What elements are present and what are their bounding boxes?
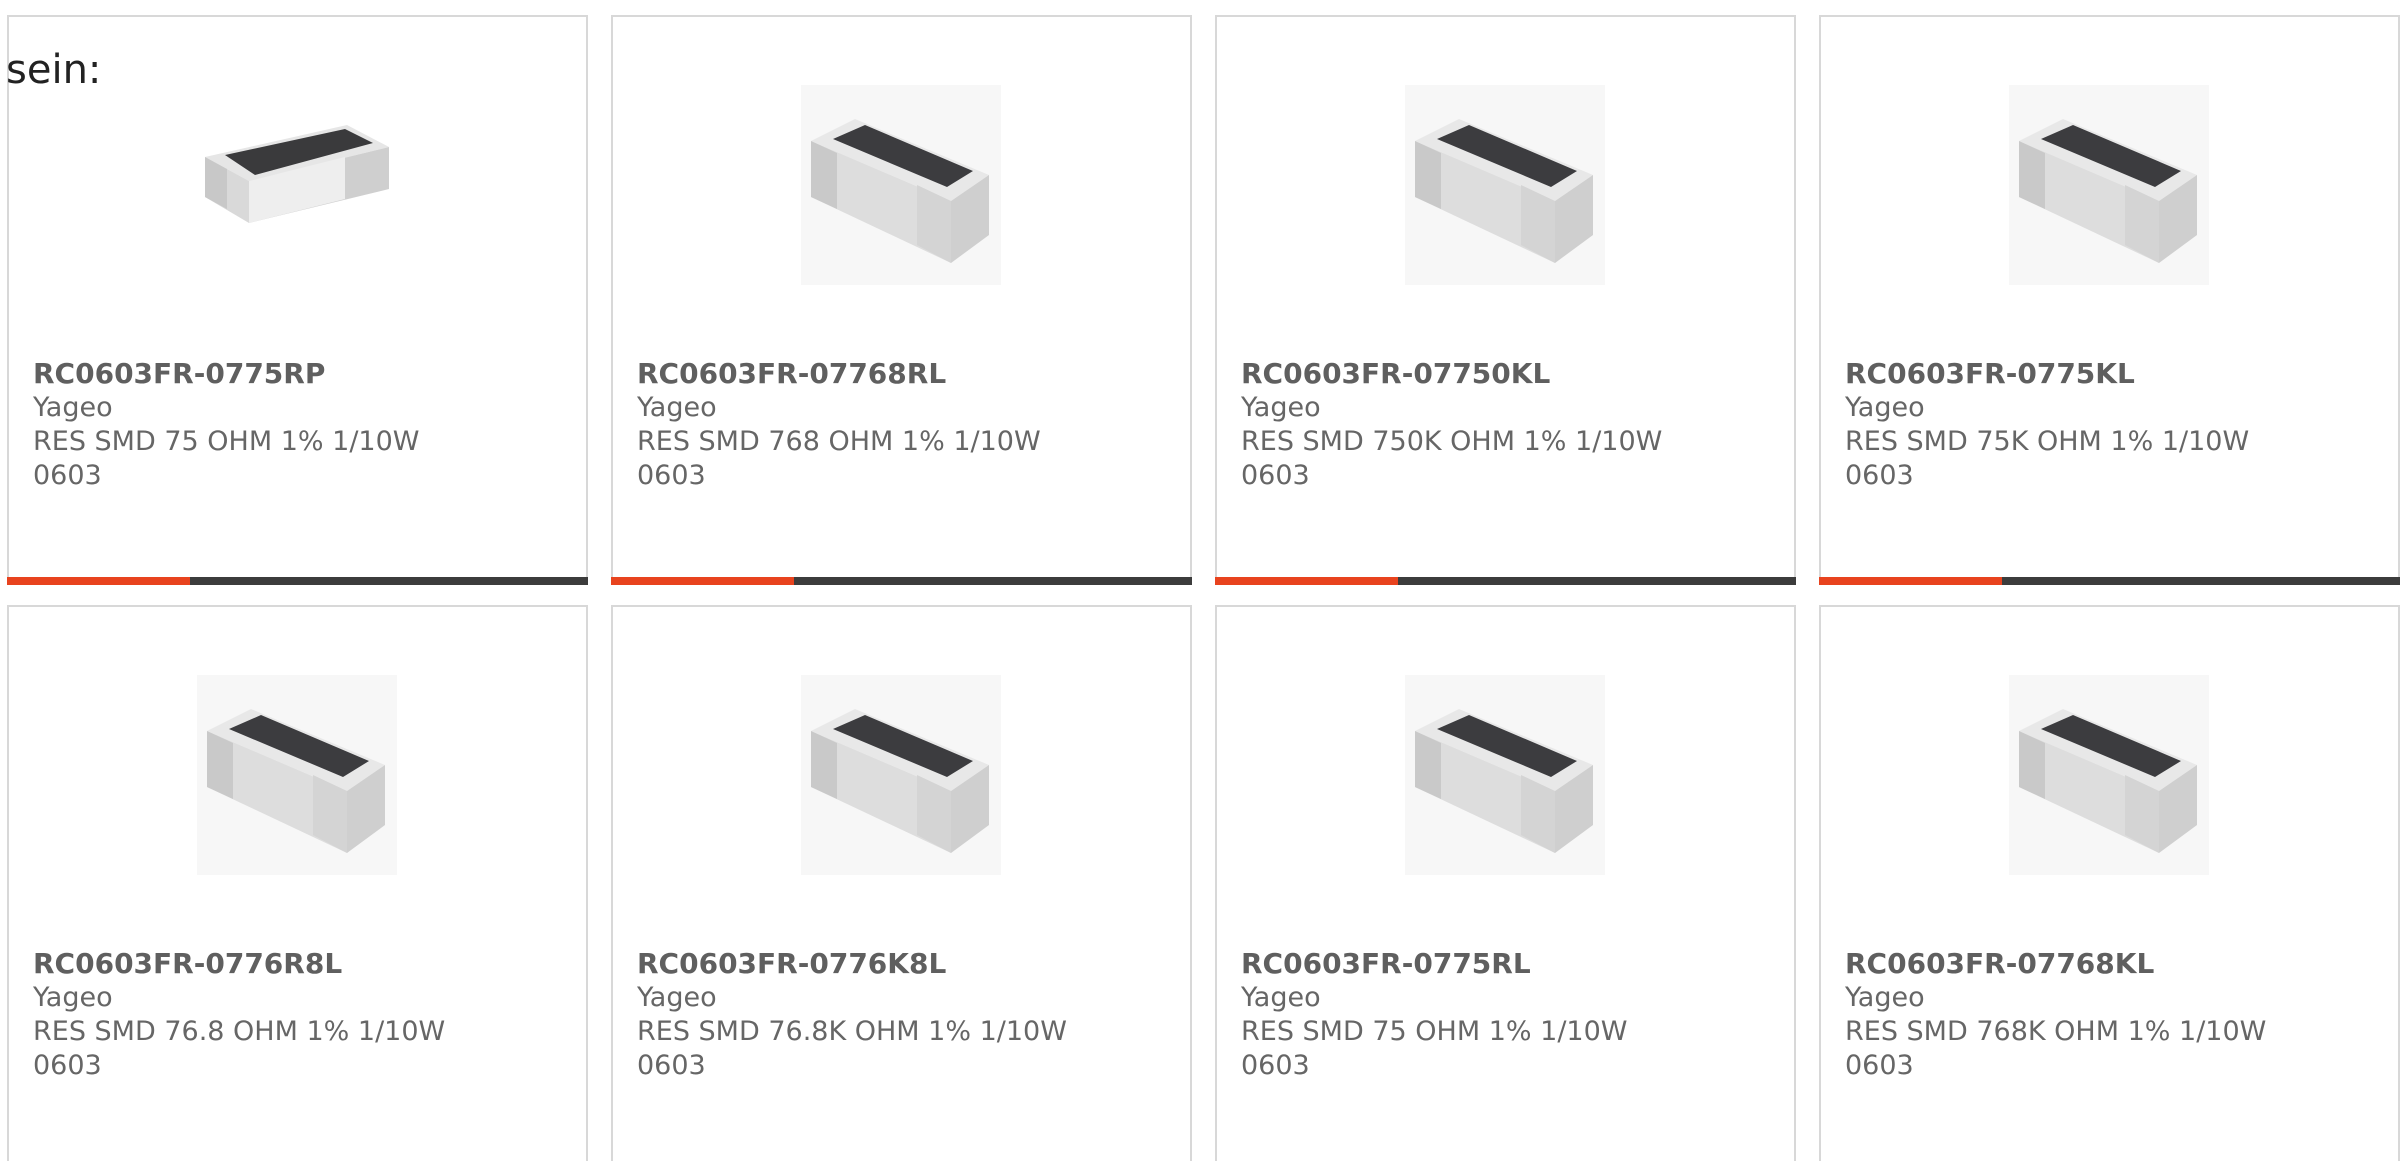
product-image-resistor[interactable] — [197, 675, 397, 875]
product-info: RC0603FR-07768RL Yageo RES SMD 768 OHM 1… — [637, 357, 1177, 493]
product-card[interactable]: RC0603FR-0775KL Yageo RES SMD 75K OHM 1%… — [1819, 15, 2400, 585]
intro-text: sein: — [6, 47, 102, 93]
package: 0603 — [1845, 460, 1914, 491]
product-page: sein: RC0603FR-0775RP Yageo RES SMD 75 O… — [0, 0, 2400, 1161]
part-number-link[interactable]: RC0603FR-07750KL — [1241, 357, 1781, 391]
part-number-link[interactable]: RC0603FR-0775RL — [1241, 947, 1781, 981]
card-bottom-bar — [7, 577, 588, 585]
description: RES SMD 75 OHM 1% 1/10W — [1241, 1016, 1628, 1047]
product-card[interactable]: RC0603FR-0776K8L Yageo RES SMD 76.8K OHM… — [611, 605, 1192, 1161]
product-card[interactable]: RC0603FR-0775RL Yageo RES SMD 75 OHM 1% … — [1215, 605, 1796, 1161]
description: RES SMD 76.8K OHM 1% 1/10W — [637, 1016, 1067, 1047]
product-image-resistor[interactable] — [801, 85, 1001, 285]
package: 0603 — [637, 460, 706, 491]
product-info: RC0603FR-0775RP Yageo RES SMD 75 OHM 1% … — [33, 357, 573, 493]
part-number-link[interactable]: RC0603FR-07768RL — [637, 357, 1177, 391]
package: 0603 — [33, 460, 102, 491]
part-number-link[interactable]: RC0603FR-0776K8L — [637, 947, 1177, 981]
card-accent-bar — [1215, 577, 1398, 585]
description: RES SMD 768K OHM 1% 1/10W — [1845, 1016, 2267, 1047]
manufacturer: Yageo — [1845, 982, 1925, 1013]
product-card[interactable]: RC0603FR-07768KL Yageo RES SMD 768K OHM … — [1819, 605, 2400, 1161]
description: RES SMD 750K OHM 1% 1/10W — [1241, 426, 1663, 457]
manufacturer: Yageo — [33, 982, 113, 1013]
description: RES SMD 76.8 OHM 1% 1/10W — [33, 1016, 446, 1047]
package: 0603 — [1241, 1050, 1310, 1081]
manufacturer: Yageo — [1241, 392, 1321, 423]
manufacturer: Yageo — [1241, 982, 1321, 1013]
product-card[interactable]: RC0603FR-07768RL Yageo RES SMD 768 OHM 1… — [611, 15, 1192, 585]
product-image-resistor[interactable] — [2009, 675, 2209, 875]
card-accent-bar — [1819, 577, 2002, 585]
product-card[interactable]: RC0603FR-0776R8L Yageo RES SMD 76.8 OHM … — [7, 605, 588, 1161]
part-number-link[interactable]: RC0603FR-07768KL — [1845, 947, 2385, 981]
product-info: RC0603FR-0776K8L Yageo RES SMD 76.8K OHM… — [637, 947, 1177, 1083]
package: 0603 — [1241, 460, 1310, 491]
card-accent-bar — [611, 577, 794, 585]
description: RES SMD 768 OHM 1% 1/10W — [637, 426, 1041, 457]
manufacturer: Yageo — [637, 392, 717, 423]
product-image-resistor-flat[interactable] — [197, 85, 397, 285]
part-number-link[interactable]: RC0603FR-0775RP — [33, 357, 573, 391]
part-number-link[interactable]: RC0603FR-0775KL — [1845, 357, 2385, 391]
product-image-resistor[interactable] — [2009, 85, 2209, 285]
package: 0603 — [637, 1050, 706, 1081]
product-image-resistor[interactable] — [801, 675, 1001, 875]
part-number-link[interactable]: RC0603FR-0776R8L — [33, 947, 573, 981]
product-card[interactable]: RC0603FR-0775RP Yageo RES SMD 75 OHM 1% … — [7, 15, 588, 585]
product-info: RC0603FR-0776R8L Yageo RES SMD 76.8 OHM … — [33, 947, 573, 1083]
product-image-resistor[interactable] — [1405, 85, 1605, 285]
card-accent-bar — [7, 577, 190, 585]
card-bottom-bar — [1215, 577, 1796, 585]
manufacturer: Yageo — [637, 982, 717, 1013]
manufacturer: Yageo — [33, 392, 113, 423]
product-image-resistor[interactable] — [1405, 675, 1605, 875]
card-bottom-bar — [611, 577, 1192, 585]
package: 0603 — [33, 1050, 102, 1081]
description: RES SMD 75K OHM 1% 1/10W — [1845, 426, 2250, 457]
product-card[interactable]: RC0603FR-07750KL Yageo RES SMD 750K OHM … — [1215, 15, 1796, 585]
product-info: RC0603FR-07750KL Yageo RES SMD 750K OHM … — [1241, 357, 1781, 493]
product-info: RC0603FR-0775RL Yageo RES SMD 75 OHM 1% … — [1241, 947, 1781, 1083]
product-info: RC0603FR-0775KL Yageo RES SMD 75K OHM 1%… — [1845, 357, 2385, 493]
manufacturer: Yageo — [1845, 392, 1925, 423]
package: 0603 — [1845, 1050, 1914, 1081]
product-grid: RC0603FR-0775RP Yageo RES SMD 75 OHM 1% … — [0, 0, 2400, 1161]
product-info: RC0603FR-07768KL Yageo RES SMD 768K OHM … — [1845, 947, 2385, 1083]
description: RES SMD 75 OHM 1% 1/10W — [33, 426, 420, 457]
card-bottom-bar — [1819, 577, 2400, 585]
